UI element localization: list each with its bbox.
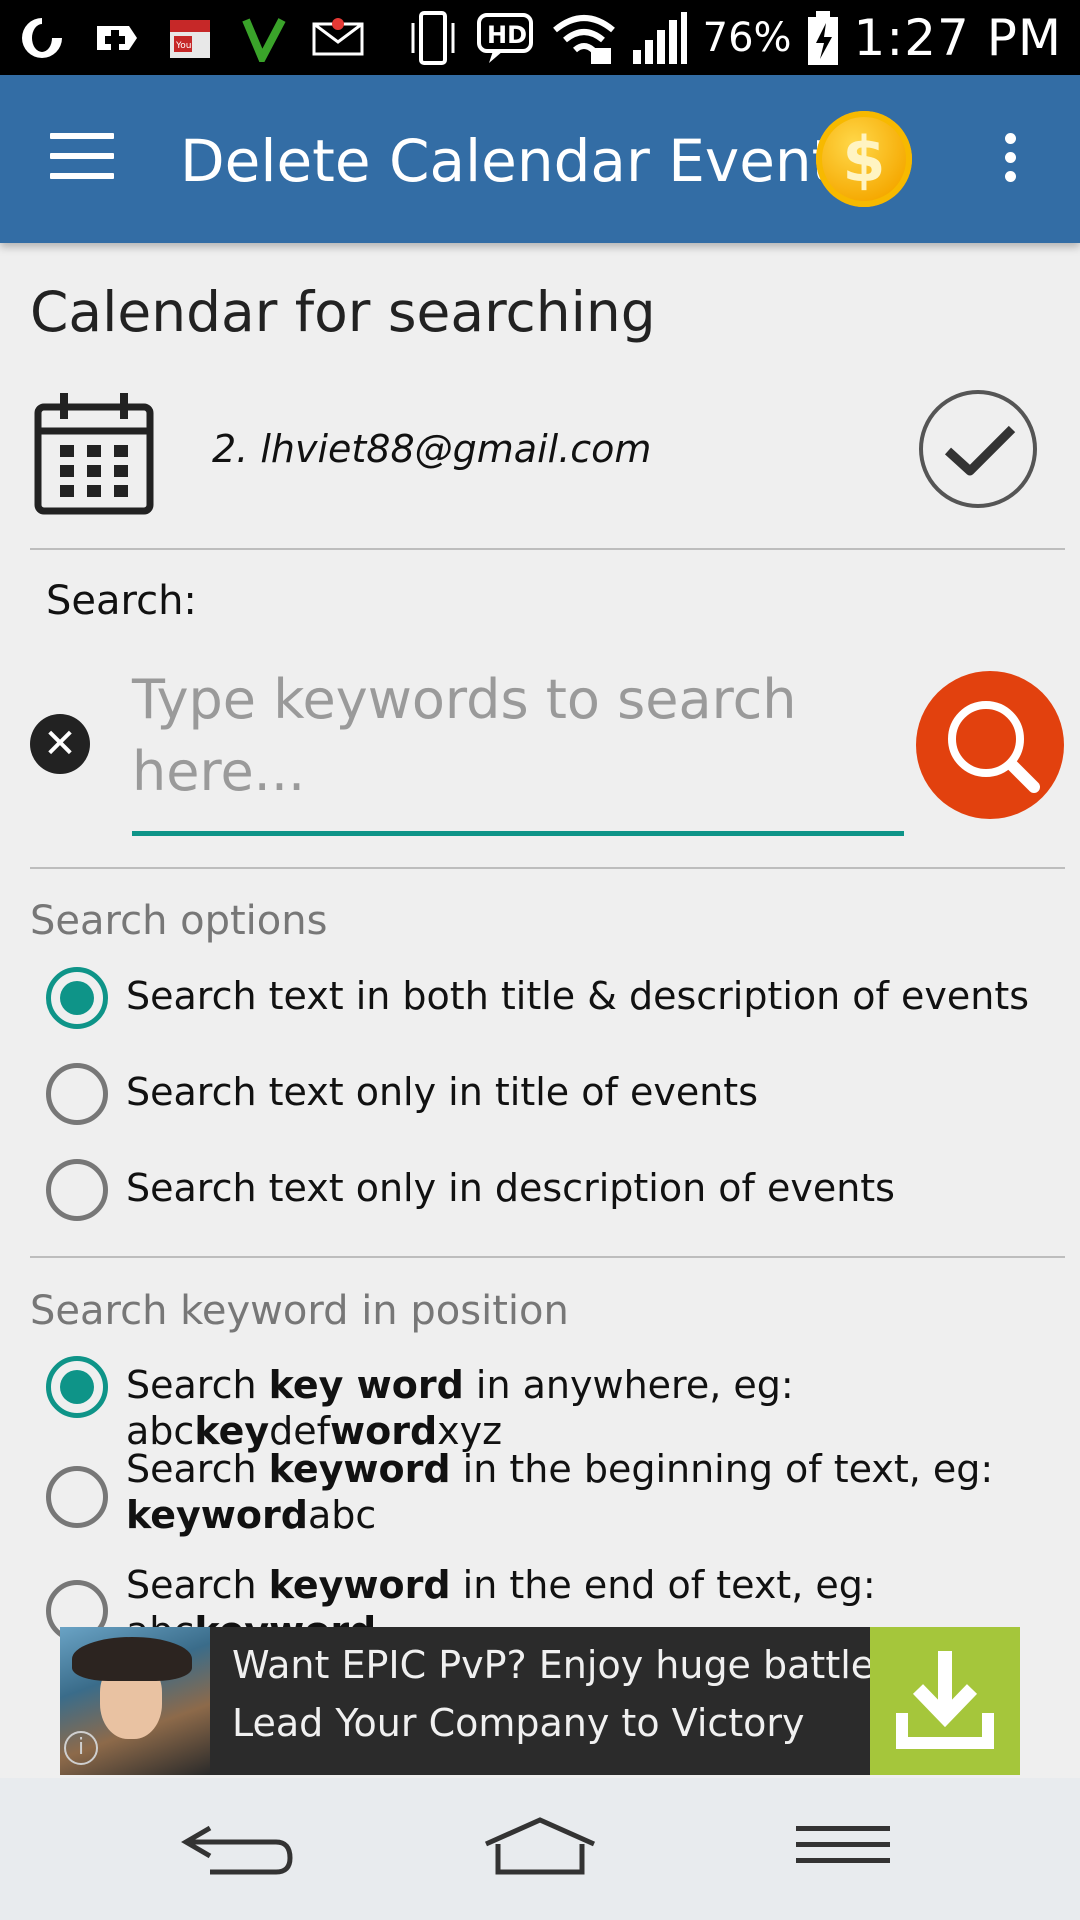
opera-icon <box>16 12 68 64</box>
mail-icon <box>312 12 364 64</box>
svg-text:HD: HD <box>487 21 527 49</box>
ad-download-button[interactable] <box>870 1627 1020 1775</box>
divider <box>30 1256 1065 1258</box>
calendar-account-email: 2. lhviet88@gmail.com <box>212 427 652 471</box>
keyword-emphasis: keyword <box>268 1447 451 1491</box>
radio-button[interactable] <box>46 1466 108 1528</box>
status-bar: You HD 76% 1:27 PM <box>0 0 1080 75</box>
download-icon <box>896 1651 994 1749</box>
app-bar: Delete Calendar Event $ <box>0 75 1080 243</box>
calendar-heading: Calendar for searching <box>30 280 656 344</box>
radio-button-selected[interactable] <box>46 1356 108 1418</box>
status-indicators: HD 76% 1:27 PM <box>407 0 1062 75</box>
radio-option-label: Search key word in anywhere, eg: abckeyd… <box>126 1362 1056 1454</box>
ad-text-line-1: Want EPIC PvP? Enjoy huge battles? <box>232 1643 915 1687</box>
option-text: Search <box>126 1363 269 1407</box>
close-icon: ✕ <box>43 721 77 767</box>
ad-info-icon[interactable]: i <box>64 1731 98 1765</box>
svg-text:You: You <box>175 41 192 51</box>
clock: 1:27 PM <box>853 8 1062 67</box>
option-text: Search <box>126 1563 269 1607</box>
option-text: in the beginning of text, eg: <box>450 1447 994 1491</box>
navigation-bar <box>0 1778 1080 1920</box>
radio-option-label: Search keyword in the beginning of text,… <box>126 1446 1056 1538</box>
keyword-emphasis: key word <box>268 1363 464 1407</box>
back-icon[interactable] <box>180 1814 300 1884</box>
search-icon <box>948 701 1040 793</box>
divider <box>30 548 1065 550</box>
recent-apps-icon[interactable] <box>782 1814 902 1884</box>
calendar-account-row[interactable]: 2. lhviet88@gmail.com <box>30 385 1050 525</box>
radio-option-label: Search text in both title & description … <box>126 974 1030 1018</box>
coin-icon[interactable]: $ <box>816 111 912 207</box>
clear-search-button[interactable]: ✕ <box>30 714 90 774</box>
search-input[interactable]: Type keywords to search here... <box>132 660 904 836</box>
signal-icon <box>632 11 687 64</box>
notification-icons: You <box>16 10 364 66</box>
radio-button-selected[interactable] <box>46 967 108 1029</box>
radio-option-label: Search text only in title of events <box>126 1070 758 1114</box>
app-title: Delete Calendar Event <box>180 127 835 195</box>
wifi-icon <box>552 14 615 64</box>
search-options-title: Search options <box>30 898 328 944</box>
vine-icon <box>238 12 290 64</box>
option-text: abc <box>307 1493 377 1537</box>
vibrate-icon <box>411 10 455 65</box>
radio-button[interactable] <box>46 1159 108 1221</box>
keyword-position-title: Search keyword in position <box>30 1288 569 1334</box>
keyword-emphasis: keyword <box>268 1563 451 1607</box>
search-placeholder: Type keywords to search here... <box>132 668 797 803</box>
radio-button[interactable] <box>46 1063 108 1125</box>
calendar-icon <box>34 393 154 515</box>
ad-game-thumbnail: i <box>60 1627 210 1775</box>
option-text: Search <box>126 1447 269 1491</box>
battery-charging-icon <box>807 10 838 65</box>
menu-icon[interactable] <box>50 133 114 181</box>
keyword-emphasis: keyword <box>126 1493 308 1537</box>
divider <box>30 867 1065 869</box>
youtube-calendar-icon: You <box>164 12 216 64</box>
hd-voice-icon: HD <box>476 12 533 63</box>
medical-plus-icon <box>90 12 142 64</box>
check-circle-icon[interactable] <box>916 387 1040 511</box>
coin-symbol: $ <box>842 122 886 196</box>
ad-text-line-2: Lead Your Company to Victory <box>232 1701 805 1745</box>
search-button[interactable] <box>916 671 1064 819</box>
ad-banner[interactable]: i Want EPIC PvP? Enjoy huge battles? Lea… <box>60 1627 1020 1775</box>
battery-percent: 76% <box>702 14 792 61</box>
search-label: Search: <box>46 578 197 624</box>
home-icon[interactable] <box>480 1814 600 1884</box>
radio-option-label: Search text only in description of event… <box>126 1166 895 1210</box>
more-options-icon[interactable] <box>1000 133 1020 189</box>
